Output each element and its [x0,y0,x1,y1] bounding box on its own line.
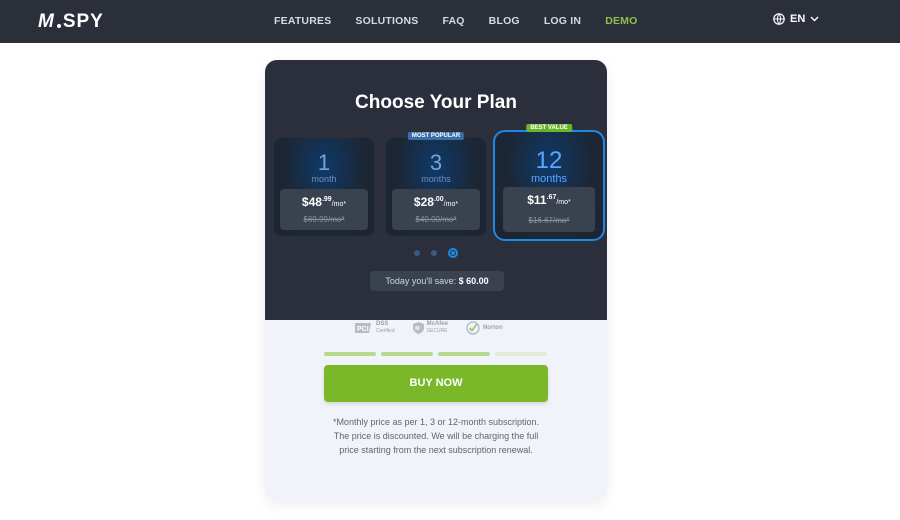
progress-step-3 [438,352,490,356]
plan-price-box: $48.99/mo* $69.99/mo* [280,189,368,230]
savings-amount: $ 60.00 [458,276,489,286]
carousel-dot-1[interactable] [414,250,420,256]
plan-price-cents: .99 [321,196,332,203]
plan-card: Choose Your Plan 1 month $48.99/mo* $69.… [265,60,607,500]
pci-badge-text: DSS [376,321,389,327]
most-popular-badge: MOST POPULAR [407,132,465,140]
plan-price-box: $11.67/mo* $16.67/mo* [503,187,595,232]
carousel-dot-3-active[interactable] [448,248,458,258]
plan-old-price: $16.67/mo* [528,216,570,225]
savings-label: Today you'll save: [385,276,457,286]
plan-price-cents: .00 [433,196,444,203]
mspy-logo[interactable]: M SPY [38,11,104,33]
progress-step-2 [381,352,433,356]
pci-dss-badge: PCI DSS Certified [355,321,395,335]
savings-badge: Today you'll save: $ 60.00 [370,271,504,291]
logo-text: SPY [62,11,104,32]
logo-mark: M [38,11,55,32]
plan-price-suffix: /mo* [556,199,571,206]
progress-step-4 [495,352,547,356]
nav-item-demo[interactable]: DEMO [605,15,637,27]
plan-option-1-month[interactable]: 1 month $48.99/mo* $69.99/mo* [274,138,374,236]
pricing-disclaimer: *Monthly price as per 1, 3 or 12-month s… [332,417,540,455]
language-label: EN [790,13,806,25]
plan-old-price: $69.99/mo* [303,215,345,224]
mcafee-badge-text: McAfee [426,321,448,327]
plan-price-whole: $11 [527,193,547,207]
nav-item-features[interactable]: FEATURES [274,15,331,27]
pci-logo-icon: PCI [355,323,371,333]
plan-duration: 12 [535,147,563,174]
language-selector[interactable]: EN [773,13,819,25]
main-menu: FEATURES SOLUTIONS FAQ BLOG LOG IN DEMO [274,15,638,27]
buy-now-button[interactable]: BUY NOW [324,365,548,402]
plan-option-12-months[interactable]: BEST VALUE 12 months $11.67/mo* $16.67/m… [493,124,605,241]
nav-item-faq[interactable]: FAQ [442,15,464,27]
pci-badge-subtext: Certified [376,328,395,334]
mcafee-shield-icon: M [412,322,424,334]
norton-check-icon [466,321,480,335]
nav-item-blog[interactable]: BLOG [489,15,520,27]
plan-price: $28.00/mo* [392,195,480,209]
plan-price-whole: $28 [413,195,434,209]
mcafee-badge-subtext: SECURE [426,328,448,334]
chevron-down-icon [810,16,819,22]
plan-option-3-months[interactable]: MOST POPULAR 3 months $28.00/mo* $40.00/… [386,132,486,236]
norton-badge: Norton [466,321,503,335]
nav-item-login[interactable]: LOG IN [544,15,581,27]
plan-card-title: Choose Your Plan [355,92,517,113]
plan-price-suffix: /mo* [443,201,459,208]
globe-icon [773,13,785,25]
trust-badges: PCI DSS Certified M McAfee SECURE Norton [355,321,503,335]
mcafee-secure-badge: M McAfee SECURE [412,321,448,335]
plan-duration-unit: months [530,173,568,185]
checkout-progress [324,352,547,356]
plan-old-price: $40.00/mo* [415,215,457,224]
plan-duration-unit: month [311,174,337,184]
svg-text:M: M [415,326,419,332]
logo-dot [56,24,61,28]
plan-carousel-dots [414,248,458,258]
plan-duration-unit: months [421,174,451,184]
plan-duration: 3 [429,150,443,175]
plan-price: $11.67/mo* [503,193,595,207]
plan-price-cents: .67 [546,194,557,201]
plan-price: $48.99/mo* [280,195,368,209]
best-value-badge: BEST VALUE [526,124,572,132]
top-navigation-bar: M SPY FEATURES SOLUTIONS FAQ BLOG LOG IN… [0,0,900,43]
svg-text:PCI: PCI [357,326,369,333]
plan-price-box: $28.00/mo* $40.00/mo* [392,189,480,230]
carousel-dot-2[interactable] [431,250,437,256]
norton-badge-text: Norton [482,325,503,331]
plan-price-suffix: /mo* [331,201,347,208]
plan-price-whole: $48 [301,195,322,209]
nav-item-solutions[interactable]: SOLUTIONS [355,15,418,27]
plan-duration: 1 [317,150,331,175]
progress-step-1 [324,352,376,356]
